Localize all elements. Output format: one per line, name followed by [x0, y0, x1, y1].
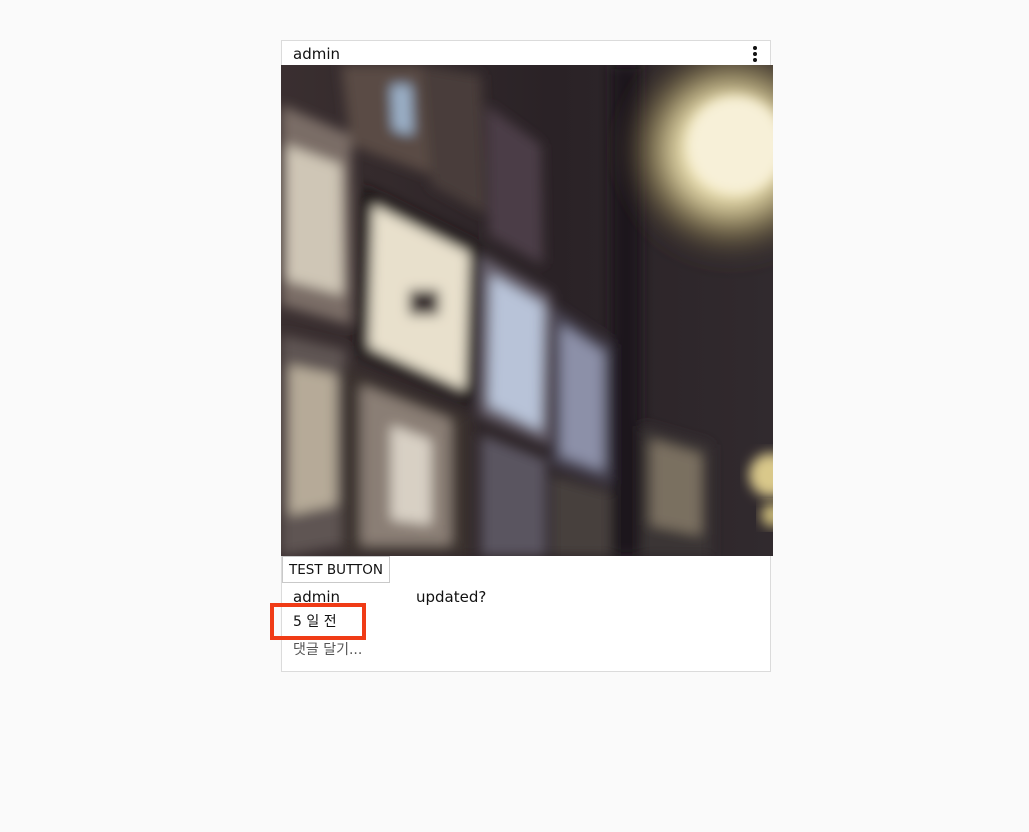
more-options-icon[interactable] — [748, 45, 762, 63]
post-author-name[interactable]: admin — [293, 45, 340, 63]
highlight-annotation-box — [270, 603, 366, 640]
post-header: admin — [282, 41, 770, 66]
post-card: admin TEST BUTTON admin updated? 5 일 전 댓… — [281, 40, 773, 672]
comment-input[interactable] — [293, 639, 753, 661]
caption-text: updated? — [416, 588, 487, 606]
post-image — [281, 65, 773, 556]
test-button[interactable]: TEST BUTTON — [282, 556, 391, 583]
